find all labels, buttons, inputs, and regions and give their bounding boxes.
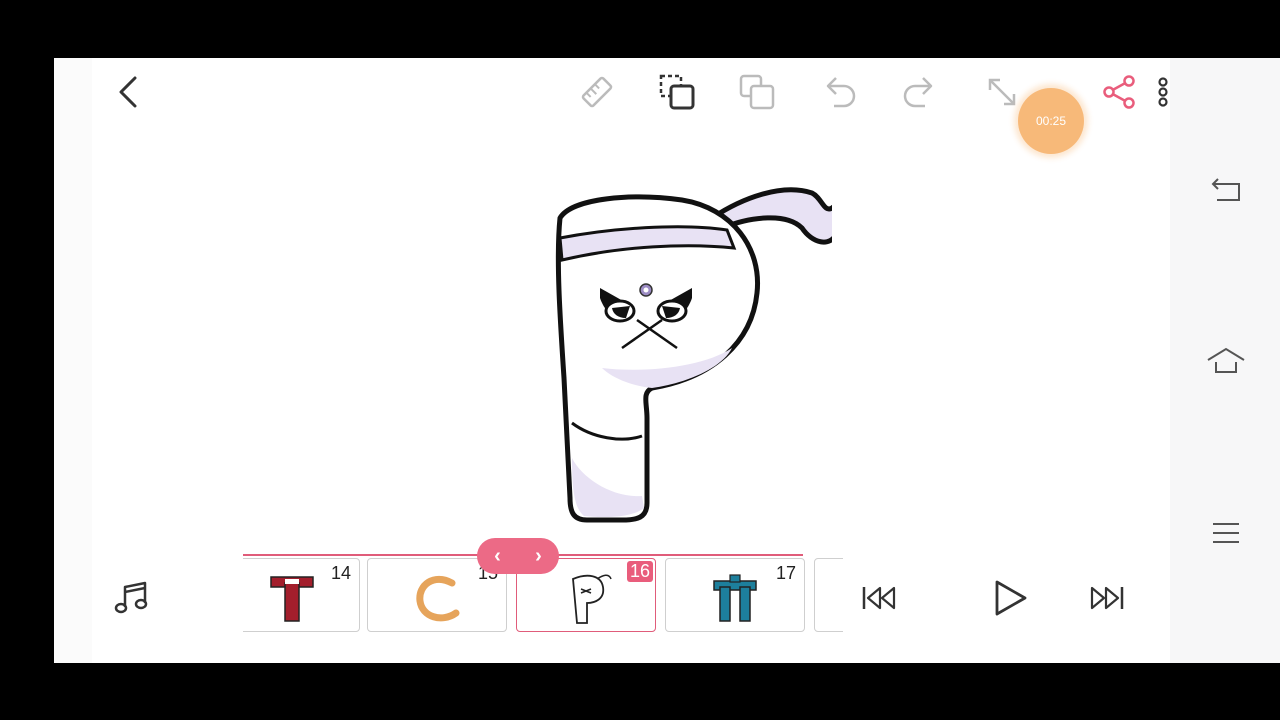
frame-thumbnail[interactable]: 17: [665, 558, 805, 632]
frame-number: 16: [626, 561, 653, 582]
timer-label: 00:25: [1035, 114, 1067, 128]
more-icon: [1158, 77, 1168, 107]
duplicate-icon: [739, 74, 775, 110]
nav-left-arrow[interactable]: ‹: [494, 545, 501, 568]
last-frame-button[interactable]: [1084, 576, 1128, 620]
ruler-icon: [581, 76, 613, 108]
expand-button[interactable]: [982, 72, 1022, 112]
skip-forward-icon: [1090, 586, 1124, 610]
system-back-icon: [1211, 178, 1240, 201]
app-screen: 00:25 14 15 16 17 ‹ ›: [54, 58, 1280, 663]
music-note-icon: [114, 581, 148, 614]
undo-button[interactable]: [819, 72, 859, 112]
p-character-thumbnail: [572, 574, 612, 624]
share-icon: [1103, 75, 1135, 109]
music-button[interactable]: [110, 576, 154, 620]
select-copy-button[interactable]: [657, 72, 697, 112]
drawing-canvas[interactable]: 00:25 14 15 16 17 ‹ ›: [92, 58, 1224, 663]
redo-button[interactable]: [900, 72, 940, 112]
red-t-thumbnail: [270, 576, 314, 622]
frame-number: 17: [775, 563, 796, 583]
play-button[interactable]: [988, 576, 1032, 620]
undo-icon: [826, 77, 856, 108]
frame-nav-pill[interactable]: ‹ ›: [477, 538, 559, 574]
duplicate-button[interactable]: [737, 72, 777, 112]
system-menu-button[interactable]: [1206, 518, 1246, 548]
back-button[interactable]: [114, 74, 144, 110]
system-back-button[interactable]: [1206, 172, 1246, 208]
expand-icon: [988, 78, 1016, 106]
frame-number: 14: [330, 563, 351, 583]
menu-icon: [1213, 523, 1239, 543]
system-nav-bar: [1170, 58, 1280, 663]
ruler-button[interactable]: [577, 72, 617, 112]
select-copy-icon: [659, 74, 695, 110]
character-drawing: [555, 187, 832, 523]
play-icon: [995, 580, 1027, 616]
skip-back-icon: [862, 586, 896, 610]
frame-thumbnail[interactable]: 14: [243, 558, 360, 632]
first-frame-button[interactable]: [858, 576, 902, 620]
share-button[interactable]: [1099, 72, 1139, 112]
chevron-left-icon: [119, 76, 137, 108]
home-icon: [1207, 347, 1245, 373]
orange-c-thumbnail: [416, 575, 460, 622]
blue-tt-thumbnail: [713, 574, 757, 622]
redo-icon: [903, 77, 933, 108]
recording-timer: 00:25: [1018, 88, 1084, 154]
frame-thumbnail-partial[interactable]: [814, 558, 843, 632]
system-home-button[interactable]: [1204, 343, 1248, 379]
nav-right-arrow[interactable]: ›: [535, 545, 542, 568]
left-edge: [54, 58, 92, 663]
